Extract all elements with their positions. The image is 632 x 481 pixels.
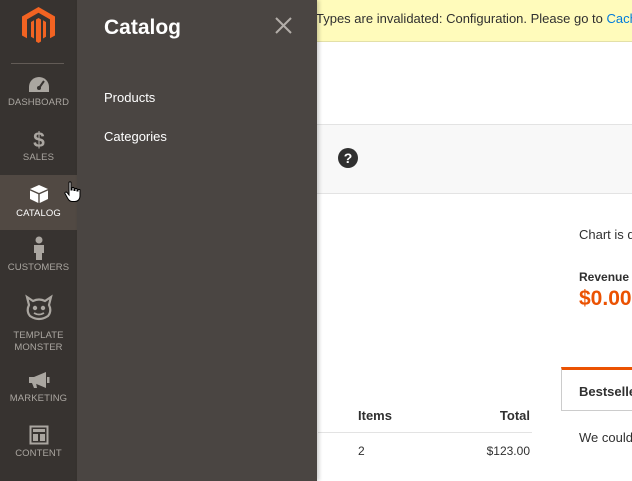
nav-label-content: Content — [15, 448, 62, 459]
chart-disabled-note: Chart is d — [579, 227, 632, 242]
tab-bestsellers[interactable]: Bestselle — [561, 367, 632, 411]
submenu-link-products[interactable]: Products — [104, 90, 155, 105]
close-icon[interactable] — [275, 17, 292, 34]
table-cell-total: $123.00 — [486, 444, 530, 458]
nav-label-catalog: Catalog — [16, 208, 61, 219]
help-icon[interactable]: ? — [338, 148, 358, 168]
nav-item-dashboard[interactable]: Dashboard — [0, 70, 77, 125]
catalog-submenu-panel: Catalog Products Categories — [77, 0, 317, 481]
nav-item-template-monster[interactable]: Template Monster — [0, 290, 77, 356]
svg-text:$: $ — [33, 129, 45, 150]
hand-cursor-icon — [64, 181, 82, 203]
tab-bestsellers-label: Bestselle — [579, 384, 632, 399]
person-icon — [0, 236, 77, 260]
cache-management-link[interactable]: Cach — [607, 11, 632, 26]
table-divider — [318, 432, 532, 433]
megaphone-icon — [0, 371, 77, 395]
system-message: Types are invalidated: Configuration. Pl… — [316, 0, 632, 38]
nav-label-customers: Customers — [7, 262, 70, 273]
column-header-total: Total — [499, 408, 530, 423]
nav-item-customers[interactable]: Customers — [0, 233, 77, 288]
monster-icon — [0, 294, 77, 322]
nav-item-content[interactable]: Content — [0, 422, 77, 477]
column-header-items: Items — [358, 408, 392, 423]
revenue-value: $0.00 — [579, 287, 632, 310]
nav-item-marketing[interactable]: Marketing — [0, 367, 77, 422]
nav-label-template: Template — [13, 330, 64, 341]
nav-item-sales[interactable]: $ Sales — [0, 125, 77, 180]
submenu-link-categories[interactable]: Categories — [104, 129, 167, 144]
revenue-label: Revenue — [579, 270, 630, 284]
layout-icon — [0, 425, 77, 449]
admin-sidebar: Dashboard $ Sales Catalog Customers — [0, 0, 77, 481]
system-message-text: Types are invalidated: Configuration. Pl… — [316, 11, 607, 26]
nav-label-dashboard: Dashboard — [7, 97, 70, 108]
nav-divider — [11, 63, 64, 64]
nav-label-marketing: Marketing — [9, 393, 68, 404]
nav-label-monster: Monster — [14, 342, 63, 353]
table-cell-items: 2 — [358, 444, 365, 458]
nav-label-sales: Sales — [22, 152, 55, 163]
submenu-title: Catalog — [104, 16, 182, 39]
dollar-icon: $ — [0, 128, 77, 152]
tab-content-message: We couldn — [579, 430, 632, 445]
tab-divider — [561, 410, 632, 411]
magento-logo[interactable] — [22, 7, 55, 43]
